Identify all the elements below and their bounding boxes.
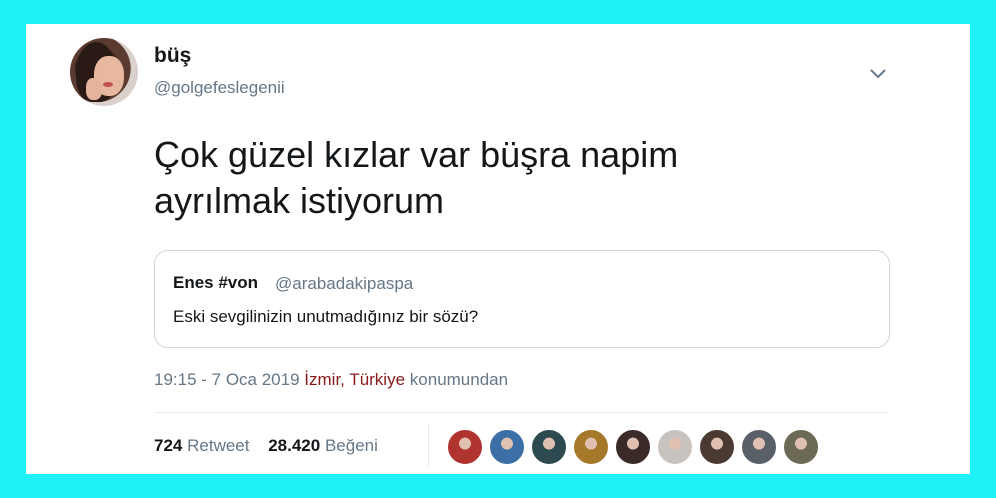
- liker-avatar[interactable]: [488, 428, 526, 466]
- liker-avatar[interactable]: [572, 428, 610, 466]
- liker-avatar[interactable]: [782, 428, 820, 466]
- tweet-meta: 19:15 - 7 Oca 2019 İzmir, Türkiye konumu…: [154, 370, 508, 390]
- like-label: Beğeni: [324, 436, 378, 455]
- tweet-card: büş @golgefeslegenii Çok güzel kızlar va…: [26, 24, 970, 474]
- quoted-tweet-text: Eski sevgilinizin unutmadığınız bir sözü…: [173, 307, 479, 326]
- avatar[interactable]: [70, 38, 138, 106]
- liker-avatar[interactable]: [614, 428, 652, 466]
- retweet-count: 724: [154, 436, 183, 455]
- tweet-stats: 724 Retweet 28.420 Beğeni: [154, 436, 392, 456]
- quoted-tweet[interactable]: Enes #von @arabadakipaspa Eski sevgilini…: [154, 250, 890, 348]
- location-link[interactable]: İzmir, Türkiye: [304, 370, 405, 389]
- liker-avatar[interactable]: [656, 428, 694, 466]
- timestamp[interactable]: 19:15 - 7 Oca 2019: [154, 370, 300, 389]
- author-handle[interactable]: @golgefeslegenii: [154, 78, 285, 98]
- avatar-hand: [86, 78, 102, 100]
- liker-avatar[interactable]: [698, 428, 736, 466]
- location-suffix: konumundan: [409, 370, 509, 389]
- chevron-down-icon[interactable]: [868, 64, 888, 84]
- tweet-text-line-1: Çok güzel kızlar var büşra napim: [154, 134, 679, 175]
- retweet-label: Retweet: [187, 436, 250, 455]
- liker-avatar[interactable]: [530, 428, 568, 466]
- author-name[interactable]: büş: [154, 44, 191, 68]
- tweet-text: Çok güzel kızlar var büşra napim ayrılma…: [154, 132, 874, 224]
- quoted-author-name: Enes #von: [173, 273, 259, 292]
- like-stat[interactable]: 28.420 Beğeni: [268, 436, 378, 455]
- liker-avatar[interactable]: [740, 428, 778, 466]
- stats-separator: [428, 424, 429, 466]
- tweet-text-line-2: ayrılmak istiyorum: [154, 180, 445, 221]
- retweet-stat[interactable]: 724 Retweet: [154, 436, 249, 455]
- quoted-author-handle: @arabadakipaspa: [275, 274, 414, 293]
- liker-avatar[interactable]: [446, 428, 484, 466]
- avatar-lips: [103, 82, 113, 87]
- divider: [154, 412, 888, 413]
- like-count: 28.420: [268, 436, 321, 455]
